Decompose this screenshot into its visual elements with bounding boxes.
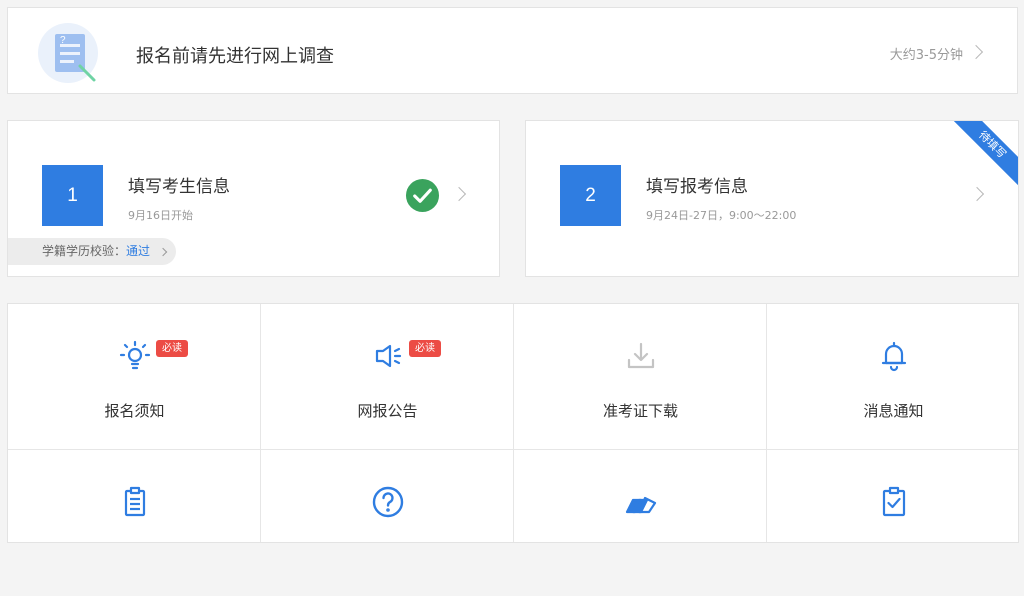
megaphone-icon xyxy=(375,344,401,368)
menu-item-messages[interactable]: 消息通知 xyxy=(767,304,1020,450)
must-read-badge: 必读 xyxy=(156,340,188,357)
menu-item-admission-ticket-download[interactable]: 准考证下载 xyxy=(514,304,767,450)
menu-item-online-announcement[interactable]: 必读 网报公告 xyxy=(261,304,514,450)
step-number: 1 xyxy=(42,165,103,226)
lightbulb-icon xyxy=(119,340,150,370)
survey-illustration-icon: ? xyxy=(38,23,98,83)
chevron-right-icon xyxy=(968,44,984,60)
menu-item-row2-1[interactable] xyxy=(8,450,261,596)
survey-banner[interactable]: ? 报名前请先进行网上调查 大约3-5分钟 xyxy=(7,7,1018,94)
pending-ribbon: 待填写 xyxy=(949,121,1018,188)
survey-duration: 大约3-5分钟 xyxy=(889,48,963,63)
svg-text:?: ? xyxy=(60,35,66,46)
survey-title: 报名前请先进行网上调查 xyxy=(136,46,334,67)
menu-item-row2-2[interactable] xyxy=(261,450,514,596)
menu-item-label: 准考证下载 xyxy=(602,402,678,420)
step-subtitle: 9月16日开始 xyxy=(128,209,193,222)
chevron-right-small-icon xyxy=(158,247,168,257)
clipboard-check-icon xyxy=(882,486,905,517)
verify-label: 学籍学历校验： xyxy=(42,244,127,258)
bell-icon xyxy=(881,341,906,372)
download-icon xyxy=(627,342,654,369)
menu-item-row2-4[interactable] xyxy=(767,450,1020,596)
clipboard-list-icon xyxy=(124,486,145,517)
step-number: 2 xyxy=(560,165,621,226)
chevron-right-icon xyxy=(451,186,467,202)
step-title: 填写报考信息 xyxy=(646,177,748,197)
menu-item-registration-notice[interactable]: 必读 报名须知 xyxy=(8,304,261,450)
feature-menu-grid: 必读 报名须知 必读 网报公告 准考证下载 消息通知 xyxy=(7,303,1019,543)
chevron-right-icon xyxy=(969,186,985,202)
verify-status-pill[interactable]: 学籍学历校验：通过 xyxy=(8,238,176,265)
check-circle-icon xyxy=(405,178,440,213)
step-subtitle: 9月24日-27日，9:00～22:00 xyxy=(646,209,797,222)
step-title: 填写考生信息 xyxy=(128,177,230,197)
must-read-badge: 必读 xyxy=(409,340,441,357)
cards-icon xyxy=(625,496,656,514)
question-circle-icon xyxy=(372,486,403,518)
menu-item-label: 消息通知 xyxy=(863,402,924,420)
step-card-fill-candidate-info[interactable]: 1 填写考生信息 9月16日开始 学籍学历校验：通过 xyxy=(7,120,500,277)
menu-item-row2-3[interactable] xyxy=(514,450,767,596)
menu-item-label: 网报公告 xyxy=(357,402,418,420)
menu-item-label: 报名须知 xyxy=(104,402,165,420)
verify-status-link[interactable]: 通过 xyxy=(126,244,150,258)
step-card-fill-exam-info[interactable]: 2 填写报考信息 9月24日-27日，9:00～22:00 待填写 xyxy=(525,120,1019,277)
